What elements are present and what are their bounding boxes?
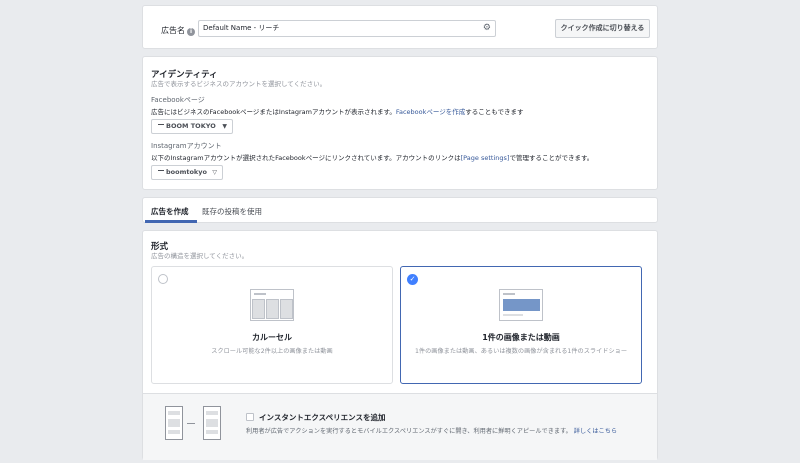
active-tab-indicator — [145, 220, 197, 223]
format-option-single-image-video[interactable]: ✓ 1件の画像または動画 1件の画像または動画、あるいは複数の画像が含まれる1件… — [400, 266, 642, 384]
instagram-desc-suffix: で管理することができます。 — [509, 154, 594, 162]
check-icon[interactable]: ✓ — [407, 274, 418, 285]
ad-name-panel: 広告名 i Default Name - リーチ ⚙ クイック作成に切り替える — [142, 5, 658, 49]
ad-name-value: Default Name - リーチ — [203, 24, 280, 32]
instant-experience-description: 利用者が広告でアクションを実行するとモバイルエクスペリエンスがすぐに開き、利用者… — [246, 426, 617, 435]
facebook-page-desc-suffix: することもできます — [465, 108, 524, 116]
dash-icon — [158, 124, 164, 125]
identity-subtitle: 広告で表示するビジネスのアカウントを選択してください。 — [151, 80, 327, 88]
facebook-page-selected: BOOM TOKYO — [166, 122, 216, 130]
facebook-page-dropdown[interactable]: BOOM TOKYO ▼ — [151, 119, 233, 134]
identity-panel: アイデンティティ 広告で表示するビジネスのアカウントを選択してください。 Fac… — [142, 56, 658, 190]
ad-name-label: 広告名 i — [161, 25, 195, 36]
carousel-title: カルーセル — [252, 333, 292, 342]
instant-experience-checkbox[interactable] — [246, 413, 254, 421]
facebook-page-description: 広告にはビジネスのFacebookページまたはInstagramアカウントが表示… — [151, 106, 524, 116]
instant-experience-illustration — [165, 406, 183, 440]
format-option-carousel[interactable]: カルーセル スクロール可能な2件以上の画像または動画 — [151, 266, 393, 384]
facebook-page-label: Facebookページ — [151, 96, 205, 104]
carousel-illustration — [250, 289, 294, 321]
arrow-icon — [187, 423, 195, 424]
tab-create-ad[interactable]: 広告を作成 — [151, 206, 189, 217]
ad-name-input[interactable]: Default Name - リーチ ⚙ — [198, 20, 496, 37]
instant-experience-section: インスタントエクスペリエンスを追加 利用者が広告でアクションを実行するとモバイル… — [143, 393, 657, 460]
single-image-illustration — [499, 289, 543, 321]
quick-create-switch-button[interactable]: クイック作成に切り替える — [555, 19, 650, 38]
ad-name-label-text: 広告名 — [161, 26, 185, 35]
create-facebook-page-link[interactable]: Facebookページを作成 — [396, 108, 465, 116]
instagram-account-dropdown[interactable]: boomtokyo ▽ — [151, 165, 223, 180]
info-icon[interactable]: i — [187, 28, 195, 36]
creation-tabs: 広告を作成 既存の投稿を使用 — [142, 197, 658, 223]
instant-experience-title: インスタントエクスペリエンスを追加 — [259, 413, 386, 422]
facebook-page-desc-text: 広告にはビジネスのFacebookページまたはInstagramアカウントが表示… — [151, 108, 396, 116]
gear-icon[interactable]: ⚙ — [483, 21, 491, 36]
format-subtitle: 広告の構造を選択してください。 — [151, 252, 249, 260]
instagram-account-selected: boomtokyo — [166, 168, 207, 176]
instant-experience-result-illustration — [203, 406, 221, 440]
dash-icon — [158, 170, 164, 171]
instant-experience-desc-text: 利用者が広告でアクションを実行するとモバイルエクスペリエンスがすぐに開き、利用者… — [246, 428, 572, 435]
instagram-desc-text: 以下のInstagramアカウントが選択されたFacebookページにリンクされ… — [151, 154, 461, 162]
tab-use-existing-post[interactable]: 既存の投稿を使用 — [202, 206, 262, 217]
carousel-description: スクロール可能な2件以上の画像または動画 — [211, 348, 333, 355]
page-settings-link[interactable]: [Page settings] — [461, 154, 510, 162]
radio-button[interactable] — [158, 274, 168, 284]
single-image-title: 1件の画像または動画 — [482, 333, 560, 342]
learn-more-link[interactable]: 詳しくはこちら — [574, 428, 617, 435]
instagram-account-description: 以下のInstagramアカウントが選択されたFacebookページにリンクされ… — [151, 152, 593, 162]
single-image-description: 1件の画像または動画、あるいは複数の画像が含まれる1件のスライドショー — [414, 348, 628, 355]
chevron-down-icon: ▽ — [212, 169, 217, 176]
caret-down-icon: ▼ — [222, 123, 227, 130]
instagram-account-label: Instagramアカウント — [151, 142, 222, 150]
format-panel: 形式 広告の構造を選択してください。 カルーセル スクロール可能な2件以上の画像… — [142, 230, 658, 460]
